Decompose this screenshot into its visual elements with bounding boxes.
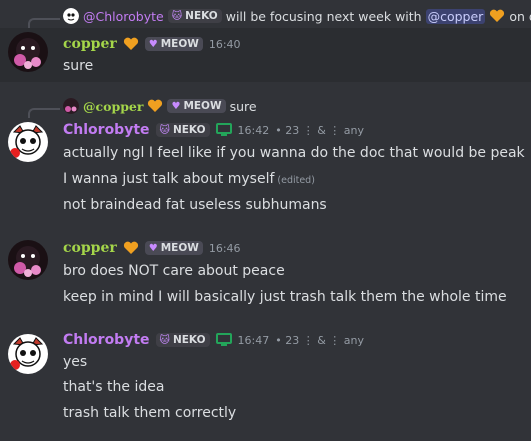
orange-heart-icon (123, 241, 138, 254)
copper-avatar-image (8, 240, 48, 280)
meow-tag: ♥ MEOW (144, 37, 203, 51)
heart-tag-icon: ♥ (148, 38, 158, 50)
reply-connector (28, 108, 60, 118)
cat-icon: 🐱 (159, 124, 170, 136)
orange-heart-icon (490, 9, 505, 22)
reply-username[interactable]: @Chlorobyte (83, 9, 164, 24)
message-text: that's the idea (63, 379, 165, 395)
chlorobyte-avatar[interactable] (8, 122, 48, 162)
message-text: trash talk them correctly (63, 405, 237, 421)
monitor-icon (215, 333, 232, 346)
mention-copper[interactable]: @copper (425, 8, 486, 24)
message-text: bro does NOT care about peace (63, 263, 285, 279)
message-text: keep in mind I will basically just trash… (63, 289, 507, 305)
message-header: Chlorobyte 🐱 NEKO 16:47 • 23 ⋮ & ⋮ any (63, 332, 364, 348)
chlorobyte-avatar[interactable] (8, 334, 48, 374)
meow-tag: ♥ MEOW (144, 241, 203, 255)
timestamp[interactable]: 16:40 (209, 38, 241, 51)
reply-text[interactable]: will be focusing next week with (226, 9, 422, 24)
meow-tag: ♥ MEOW (167, 99, 226, 113)
cat-icon: 🐱 (171, 10, 183, 22)
reply-preview[interactable]: @copper ♥ MEOW sure (0, 98, 531, 118)
message-meta: • 23 ⋮ & ⋮ any (275, 123, 364, 137)
message-meta: • 23 ⋮ & ⋮ any (275, 333, 364, 347)
chlorobyte-avatar-image (8, 122, 48, 162)
message-text: sure (63, 58, 94, 74)
timestamp[interactable]: 16:42 (238, 124, 270, 137)
orange-heart-icon (148, 99, 163, 112)
heart-tag-icon: ♥ (171, 100, 181, 112)
message-chlorobyte-2[interactable]: Chlorobyte 🐱 NEKO 16:42 • 23 ⋮ & ⋮ any ac… (0, 118, 531, 220)
monitor-icon (215, 123, 232, 136)
cat-icon: 🐱 (159, 334, 170, 346)
chat-log: @Chlorobyte 🐱 NEKO will be focusing next … (0, 0, 531, 441)
message-chlorobyte-4[interactable]: Chlorobyte 🐱 NEKO 16:47 • 23 ⋮ & ⋮ any ye… (0, 330, 531, 434)
neko-tag: 🐱 NEKO (167, 9, 222, 23)
reply-text-end: on dra (509, 8, 531, 24)
username[interactable]: Chlorobyte (63, 122, 150, 138)
username[interactable]: copper (63, 240, 117, 256)
copper-avatar[interactable] (8, 240, 48, 280)
neko-tag: 🐱 NEKO (155, 333, 210, 347)
message-copper-3[interactable]: copper ♥ MEOW 16:46 bro does NOT care abo… (0, 236, 531, 312)
reply-connector (28, 18, 60, 28)
message-text: yes (63, 354, 88, 370)
message-text: not braindead fat useless subhumans (63, 197, 327, 213)
neko-tag: 🐱 NEKO (155, 123, 210, 137)
reply-preview[interactable]: @Chlorobyte 🐱 NEKO will be focusing next … (0, 8, 531, 28)
heart-tag-icon: ♥ (148, 242, 158, 254)
copper-avatar-image (8, 32, 48, 72)
edited-label: (edited) (277, 175, 315, 186)
chlorobyte-avatar-image (8, 334, 48, 374)
copper-mini-avatar (63, 98, 79, 114)
message-header: Chlorobyte 🐱 NEKO 16:42 • 23 ⋮ & ⋮ any (63, 122, 364, 138)
username[interactable]: Chlorobyte (63, 332, 150, 348)
message-text: actually ngl I feel like if you wanna do… (63, 145, 525, 161)
chlorobyte-mini-avatar (63, 8, 79, 24)
timestamp[interactable]: 16:47 (238, 334, 270, 347)
message-header: copper ♥ MEOW 16:46 (63, 240, 241, 256)
username[interactable]: copper (63, 36, 117, 52)
timestamp[interactable]: 16:46 (209, 242, 241, 255)
reply-username[interactable]: @copper (83, 99, 143, 114)
message-text: I wanna just talk about myself (edited) (63, 171, 315, 187)
orange-heart-icon (123, 37, 138, 50)
message-header: copper ♥ MEOW 16:40 (63, 36, 241, 52)
copper-avatar[interactable] (8, 32, 48, 72)
reply-text[interactable]: sure (230, 99, 257, 114)
message-copper-1[interactable]: copper ♥ MEOW 16:40 sure (0, 28, 531, 82)
